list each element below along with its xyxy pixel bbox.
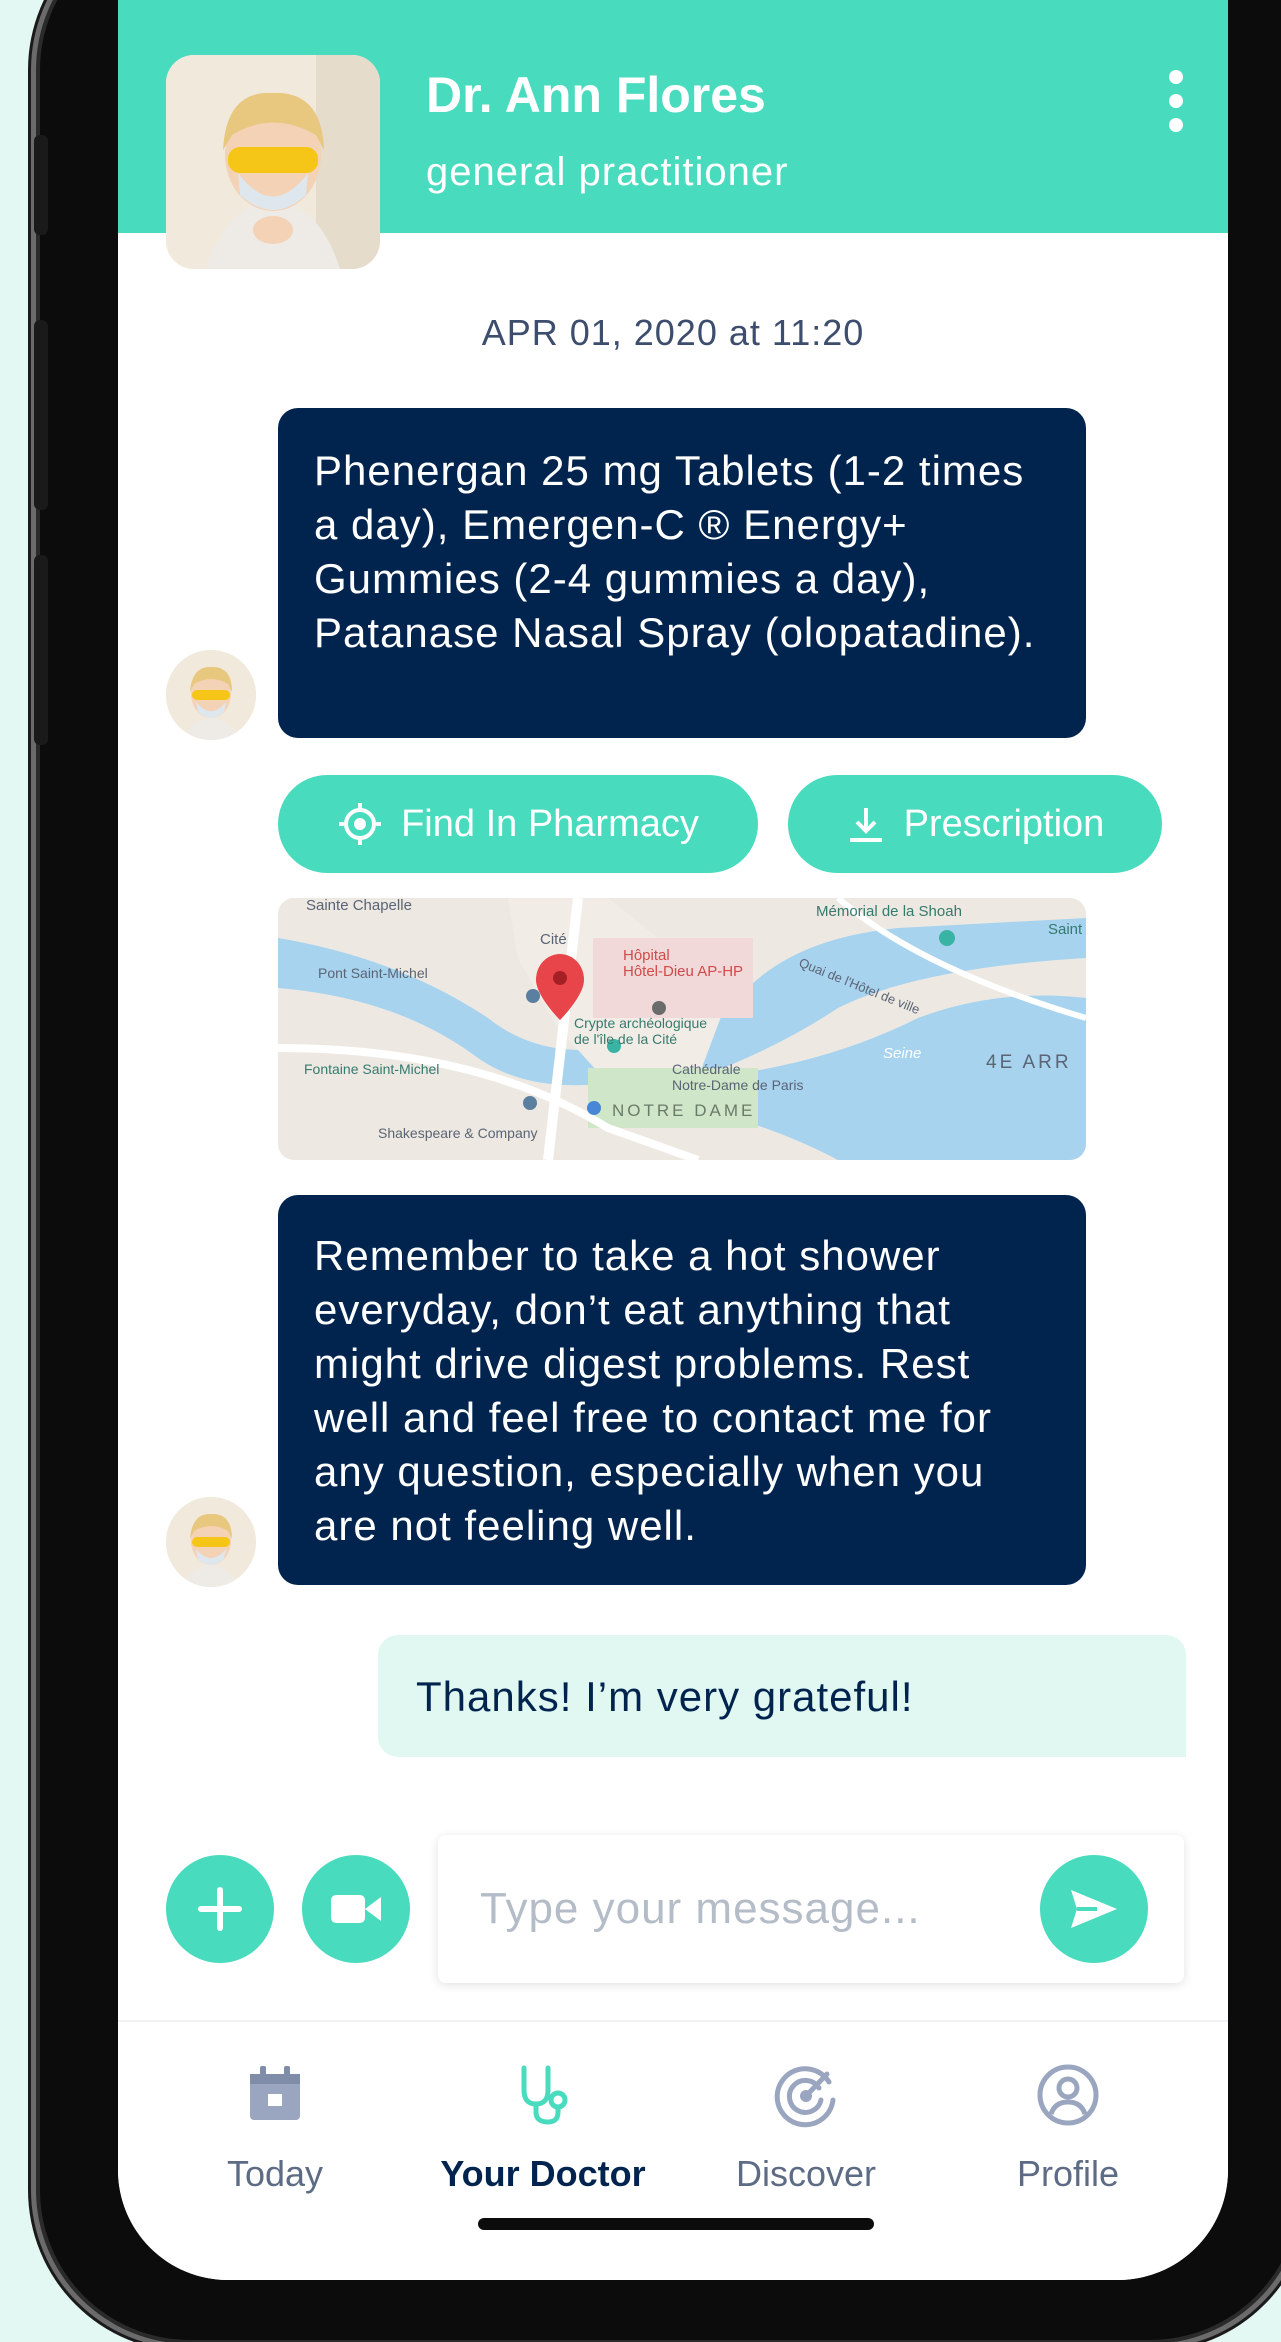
doctor-avatar[interactable] <box>166 55 380 269</box>
doctor-message-bubble: Phenergan 25 mg Tablets (1-2 times a day… <box>278 408 1086 738</box>
prescription-button[interactable]: Prescription <box>788 775 1162 873</box>
more-vertical-icon[interactable] <box>1164 70 1188 132</box>
chat-timestamp: APR 01, 2020 at 11:20 <box>481 312 865 353</box>
send-icon <box>1071 1890 1117 1928</box>
phone-side-button <box>34 135 48 235</box>
pharmacy-map[interactable]: Sainte Chapelle Cité Hôpital Hôtel-Dieu … <box>278 898 1086 1160</box>
map-label: Cité <box>540 931 567 948</box>
doctor-message-bubble: Remember to take a hot shower everyday, … <box>278 1195 1086 1585</box>
map-label: 4E ARR <box>986 1052 1072 1073</box>
phone-side-button <box>34 320 48 510</box>
send-button[interactable] <box>1040 1855 1148 1963</box>
doctor-small-avatar <box>166 650 256 740</box>
map-label: Shakespeare & Company <box>378 1125 538 1141</box>
nav-item-today[interactable]: Today <box>165 2060 385 2195</box>
plus-icon <box>198 1887 242 1931</box>
message-text: Remember to take a hot shower everyday, … <box>314 1232 992 1549</box>
nav-item-profile[interactable]: Profile <box>958 2060 1178 2195</box>
nav-item-your-doctor[interactable]: Your Doctor <box>433 2060 653 2195</box>
message-text: Thanks! I’m very grateful! <box>416 1673 914 1720</box>
map-label: Mémorial de la Shoah <box>816 903 962 920</box>
nav-label-discover: Discover <box>735 2153 877 2194</box>
my-message-bubble: Thanks! I’m very grateful! <box>378 1635 1186 1757</box>
nav-divider <box>118 2020 1228 2022</box>
doctor-small-avatar <box>166 1497 256 1587</box>
map-label: Notre-Dame de Paris <box>672 1077 804 1093</box>
map-label: Crypte archéologique <box>574 1015 707 1031</box>
video-call-button[interactable] <box>302 1855 410 1963</box>
map-label: Saint <box>1048 921 1083 938</box>
download-icon <box>849 808 882 842</box>
nav-label-your-doctor: Your Doctor <box>440 2153 646 2194</box>
phone-side-button <box>34 555 48 745</box>
add-attachment-button[interactable] <box>166 1855 274 1963</box>
prescription-label: Prescription <box>903 802 1105 845</box>
find-in-pharmacy-button[interactable]: Find In Pharmacy <box>278 775 758 873</box>
map-label: Sainte Chapelle <box>306 898 412 914</box>
message-text: Phenergan 25 mg Tablets (1-2 times a day… <box>314 447 1036 656</box>
video-camera-icon <box>331 1895 381 1923</box>
map-label: Pont Saint-Michel <box>318 965 428 981</box>
map-label: Hôpital <box>623 947 670 964</box>
map-label: Seine <box>883 1045 921 1062</box>
doctor-name: Dr. Ann Flores <box>426 67 766 123</box>
map-label: Cathédrale <box>672 1061 741 1077</box>
message-input[interactable] <box>478 1875 1002 1943</box>
calendar-icon <box>250 2066 300 2120</box>
home-indicator[interactable] <box>478 2218 874 2230</box>
map-label: NOTRE DAME <box>612 1101 755 1120</box>
user-circle-icon <box>1037 2064 1099 2126</box>
nav-item-discover[interactable]: Discover <box>696 2060 916 2195</box>
map-label: Hôtel-Dieu AP-HP <box>623 963 743 980</box>
app-screen: Dr. Ann Flores general practitioner APR … <box>118 0 1228 2280</box>
bottom-nav: Today Your Doctor Discover Profile <box>118 2020 1228 2280</box>
discover-target-icon <box>774 2066 836 2128</box>
location-target-icon <box>339 803 382 845</box>
doctor-specialty: general practitioner <box>426 150 789 194</box>
nav-label-today: Today <box>226 2153 324 2194</box>
stethoscope-icon <box>521 2065 568 2125</box>
map-label: Fontaine Saint-Michel <box>304 1061 439 1077</box>
message-composer <box>438 1835 1184 1983</box>
nav-label-profile: Profile <box>1016 2153 1120 2194</box>
map-label: de l'île de la Cité <box>574 1031 677 1047</box>
find-in-pharmacy-label: Find In Pharmacy <box>401 802 699 845</box>
